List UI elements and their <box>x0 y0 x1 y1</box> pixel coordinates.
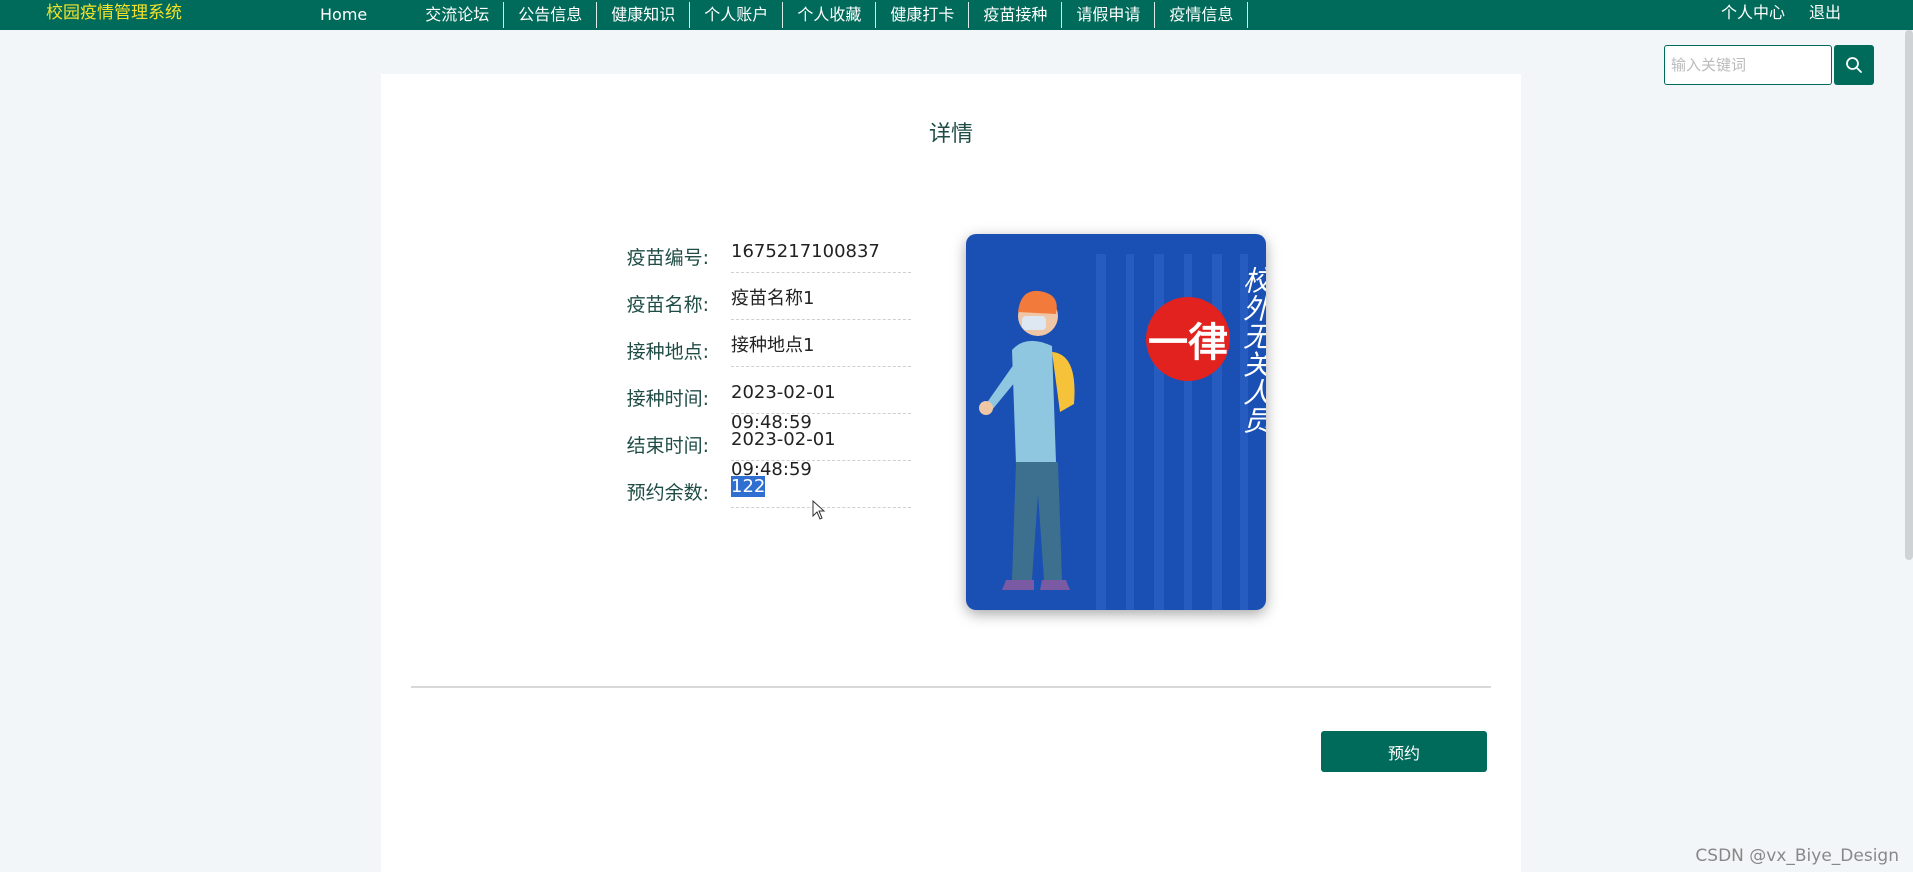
field-label: 接种时间: <box>626 388 709 410</box>
detail-card: 详情 疫苗编号: 1675217100837 疫苗名称: 疫苗名称1 接种地点:… <box>381 74 1521 872</box>
field-value: 2023-02-01 09:48:59 <box>731 378 911 433</box>
field-row: 疫苗名称: 疫苗名称1 <box>621 273 911 320</box>
field-row: 接种地点: 接种地点1 <box>621 320 911 367</box>
nav-forum[interactable]: 交流论坛 <box>411 2 505 28</box>
page-title: 详情 <box>928 122 973 147</box>
top-nav-bar: 校园疫情管理系统 Home 交流论坛 公告信息 健康知识 个人账户 个人收藏 健… <box>0 0 1913 30</box>
nav-vaccination[interactable]: 疫苗接种 <box>969 2 1063 28</box>
nav-epidemic-info[interactable]: 疫情信息 <box>1155 2 1249 28</box>
field-label: 疫苗名称: <box>626 294 709 316</box>
vaccine-poster-image: 一律 校外无关人员 不准进校门 <box>966 234 1266 610</box>
brand-title[interactable]: 校园疫情管理系统 <box>46 2 182 24</box>
selected-text: 122 <box>731 476 766 497</box>
detail-fields: 疫苗编号: 1675217100837 疫苗名称: 疫苗名称1 接种地点: 接种… <box>621 226 911 508</box>
search-button[interactable] <box>1834 45 1874 85</box>
field-label: 接种地点: <box>626 341 709 363</box>
watermark: CSDN @vx_Biye_Design <box>1695 846 1899 866</box>
nav-home[interactable]: Home <box>310 2 411 28</box>
field-row: 疫苗编号: 1675217100837 <box>621 226 911 273</box>
mouse-cursor-icon <box>812 500 826 520</box>
search-icon <box>1846 57 1862 73</box>
section-divider <box>411 686 1491 688</box>
page-scrollbar[interactable] <box>1905 30 1913 560</box>
nav-health-knowledge[interactable]: 健康知识 <box>597 2 691 28</box>
field-label: 结束时间: <box>626 435 709 457</box>
search-input[interactable] <box>1664 45 1832 85</box>
nav-health-checkin[interactable]: 健康打卡 <box>876 2 970 28</box>
field-value: 接种地点1 <box>731 331 911 367</box>
poster-badge-text: 一律 <box>1148 320 1228 366</box>
field-value: 1675217100837 <box>731 237 911 273</box>
poster-illustration: 一律 校外无关人员 不准进校门 <box>966 234 1266 610</box>
field-label: 预约余数: <box>626 482 709 504</box>
search-bar <box>1664 45 1874 85</box>
field-value: 疫苗名称1 <box>731 284 911 320</box>
nav-leave-request[interactable]: 请假申请 <box>1062 2 1156 28</box>
book-button[interactable]: 预约 <box>1321 731 1487 772</box>
main-nav: Home 交流论坛 公告信息 健康知识 个人账户 个人收藏 健康打卡 疫苗接种 … <box>310 0 1249 30</box>
field-row: 接种时间: 2023-02-01 09:48:59 <box>621 367 911 433</box>
user-nav: 个人中心 退出 <box>1709 0 1853 26</box>
nav-favorites[interactable]: 个人收藏 <box>783 2 877 28</box>
field-value: 2023-02-01 09:48:59 <box>731 425 911 480</box>
nav-logout[interactable]: 退出 <box>1797 0 1853 26</box>
nav-user-center[interactable]: 个人中心 <box>1709 0 1797 26</box>
nav-personal-account[interactable]: 个人账户 <box>690 2 784 28</box>
nav-announcements[interactable]: 公告信息 <box>504 2 598 28</box>
field-label: 疫苗编号: <box>626 247 709 269</box>
